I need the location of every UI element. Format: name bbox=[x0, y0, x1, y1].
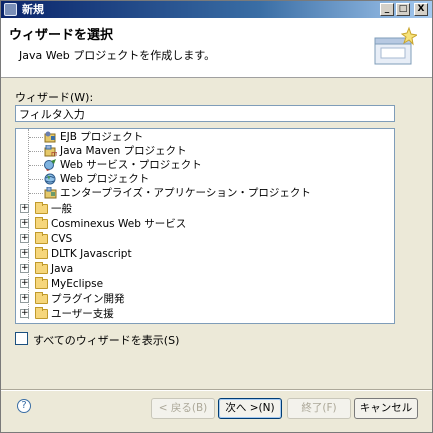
expand-toggle[interactable]: + bbox=[20, 204, 29, 213]
tree-item-label: エンタープライズ・アプリケーション・プロジェクト bbox=[60, 187, 311, 199]
folder-icon bbox=[35, 217, 48, 230]
help-icon[interactable]: ? bbox=[17, 399, 31, 413]
expand-toggle[interactable]: + bbox=[20, 219, 29, 228]
cancel-button[interactable]: キャンセル bbox=[354, 398, 418, 419]
folder-icon bbox=[35, 262, 48, 275]
ejb-project-icon bbox=[44, 131, 56, 143]
tree-connector bbox=[29, 137, 43, 138]
enterprise-app-project-icon bbox=[44, 187, 57, 199]
folder-icon bbox=[35, 277, 48, 290]
expand-toggle[interactable]: + bbox=[20, 294, 29, 303]
tree-item-label: MyEclipse bbox=[51, 278, 104, 290]
tree-connector bbox=[29, 165, 43, 166]
app-icon bbox=[4, 3, 17, 16]
next-button[interactable]: 次へ >(N) bbox=[218, 398, 282, 419]
folder-icon bbox=[35, 232, 48, 245]
show-all-wizards-label: すべてのウィザードを表示(S) bbox=[33, 334, 180, 347]
tree-connector bbox=[29, 193, 43, 194]
svg-text:m: m bbox=[51, 150, 57, 157]
tree-item-label: Java Maven プロジェクト bbox=[60, 145, 187, 157]
tree-connector bbox=[29, 151, 43, 152]
title-bar[interactable]: 新規 _ □ X bbox=[1, 1, 432, 18]
maven-project-icon: m bbox=[44, 145, 57, 157]
wizard-banner-icon bbox=[374, 26, 417, 65]
expand-toggle[interactable]: + bbox=[20, 249, 29, 258]
tree-item-label: Java bbox=[51, 263, 74, 275]
expand-toggle[interactable]: + bbox=[20, 279, 29, 288]
tree-connector bbox=[29, 179, 43, 180]
tree-item-label: Cosminexus Web サービス bbox=[51, 218, 187, 230]
new-wizard-dialog: 新規 _ □ X ウィザードを選択 Java Web プロジェクトを作成します。… bbox=[0, 0, 433, 433]
folder-icon bbox=[35, 202, 48, 215]
folder-icon bbox=[35, 292, 48, 305]
tree-item-label: Web プロジェクト bbox=[60, 173, 150, 185]
banner-title: ウィザードを選択 bbox=[9, 28, 114, 43]
filter-input[interactable] bbox=[15, 105, 395, 122]
show-all-wizards-checkbox[interactable] bbox=[15, 332, 28, 345]
web-service-project-icon bbox=[44, 159, 56, 171]
minimize-button[interactable]: _ bbox=[380, 3, 394, 16]
close-button[interactable]: X bbox=[414, 3, 428, 16]
tree-item-label: CVS bbox=[51, 233, 73, 245]
expand-toggle[interactable]: + bbox=[20, 264, 29, 273]
folder-icon bbox=[35, 307, 48, 320]
tree-item-label: ユーザー支援 bbox=[51, 308, 114, 320]
back-button[interactable]: < 戻る(B) bbox=[151, 398, 215, 419]
tree-item-label: DLTK Javascript bbox=[51, 248, 132, 260]
tree-item-label: EJB プロジェクト bbox=[60, 131, 144, 143]
wizard-banner: ウィザードを選択 Java Web プロジェクトを作成します。 bbox=[1, 18, 432, 78]
web-project-icon bbox=[44, 173, 56, 185]
tree-item-label: 一般 bbox=[51, 203, 72, 215]
wizard-tree[interactable]: EJB プロジェクト m Java Maven プロジェクト Web サービス・… bbox=[15, 128, 395, 324]
wizard-label: ウィザード(W): bbox=[15, 91, 94, 104]
expand-toggle[interactable]: + bbox=[20, 309, 29, 318]
finish-button[interactable]: 終了(F) bbox=[287, 398, 351, 419]
expand-toggle[interactable]: + bbox=[20, 234, 29, 243]
folder-icon bbox=[35, 247, 48, 260]
tree-item-label: Web サービス・プロジェクト bbox=[60, 159, 202, 171]
button-separator bbox=[1, 389, 432, 391]
banner-description: Java Web プロジェクトを作成します。 bbox=[19, 49, 216, 62]
tree-item-label: プラグイン開発 bbox=[51, 293, 125, 305]
window-title: 新規 bbox=[22, 3, 44, 16]
maximize-button[interactable]: □ bbox=[396, 3, 410, 16]
